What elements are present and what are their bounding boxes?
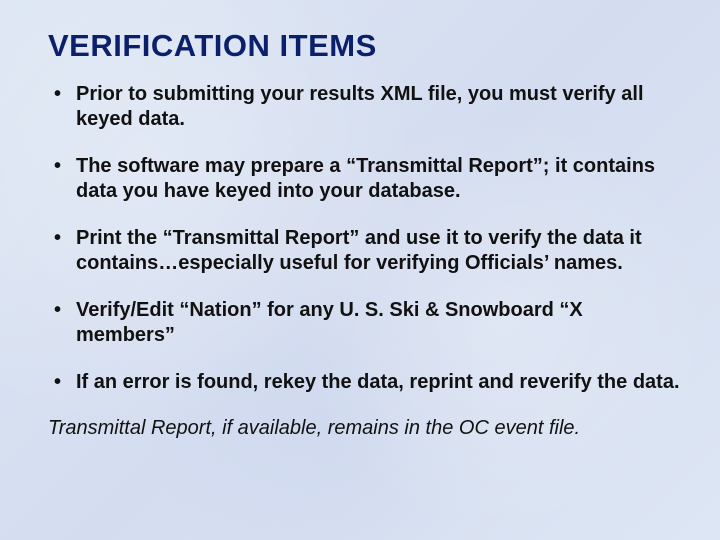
list-item: Print the “Transmittal Report” and use i…: [48, 226, 680, 276]
list-item: If an error is found, rekey the data, re…: [48, 370, 680, 395]
footer-note: Transmittal Report, if available, remain…: [48, 417, 680, 440]
list-item: Verify/Edit “Nation” for any U. S. Ski &…: [48, 298, 680, 348]
slide-title: VERIFICATION ITEMS: [48, 28, 680, 64]
list-item: Prior to submitting your results XML fil…: [48, 82, 680, 132]
bullet-list: Prior to submitting your results XML fil…: [48, 82, 680, 395]
list-item: The software may prepare a “Transmittal …: [48, 154, 680, 204]
